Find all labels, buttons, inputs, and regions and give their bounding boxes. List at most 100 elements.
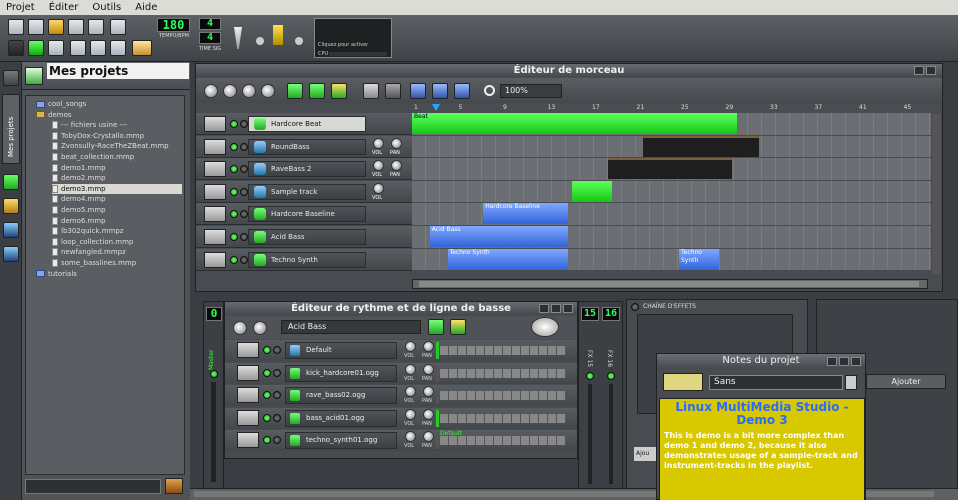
track-mute-led[interactable]: [230, 165, 238, 174]
tree-folder-item[interactable]: cool_songs: [36, 99, 176, 109]
bb-pan-knob[interactable]: [423, 341, 434, 352]
bb-track-settings-icon[interactable]: [237, 387, 259, 403]
oscilloscope[interactable]: Cliquez pour activer CPU: [314, 18, 392, 58]
pattern-clip[interactable]: Techno Synth: [447, 248, 568, 270]
track-solo-led[interactable]: [240, 165, 248, 174]
tree-folder-item[interactable]: demos: [36, 110, 176, 120]
bb-track-settings-icon[interactable]: [237, 364, 259, 381]
fx15-mute-led[interactable]: [586, 372, 594, 380]
tree-file-item[interactable]: lb302quick.mmpz: [52, 226, 192, 236]
bb-pan-knob[interactable]: [423, 363, 434, 375]
save-project-icon[interactable]: [68, 19, 84, 35]
bb-stop-button[interactable]: [253, 321, 267, 335]
tree-file-item[interactable]: demo5.mmp: [52, 205, 192, 215]
filter-icon[interactable]: [165, 478, 183, 494]
bb-track-mute-led[interactable]: [263, 413, 271, 422]
tree-file-item[interactable]: loop_collection.mmp: [52, 237, 192, 247]
bb-track-settings-icon[interactable]: [237, 432, 259, 448]
maximize-button[interactable]: [926, 66, 936, 75]
beat-steps[interactable]: [440, 391, 566, 400]
tree-file-item[interactable]: Zvonsully-RaceTheZBeat.mmp: [52, 141, 192, 151]
bb-track-solo-led[interactable]: [273, 413, 281, 422]
bb-track-name-button[interactable]: rave_bass02.ogg: [285, 387, 397, 404]
track-settings-icon[interactable]: [204, 138, 226, 155]
menu-aide[interactable]: Aide: [135, 2, 157, 13]
filter-input[interactable]: [25, 479, 161, 494]
pattern-clip[interactable]: Acid Bass: [429, 226, 568, 247]
bb-volume-knob[interactable]: [405, 363, 416, 375]
play-button[interactable]: [204, 84, 218, 98]
track-settings-icon[interactable]: [204, 183, 226, 200]
menu-outils[interactable]: Outils: [92, 2, 121, 13]
bb-track-solo-led[interactable]: [273, 346, 281, 354]
song-editor-icon[interactable]: [48, 40, 64, 56]
time-sig-denominator[interactable]: 4: [199, 32, 221, 44]
tree-file-item[interactable]: demo4.mmp: [52, 194, 192, 204]
beat-steps[interactable]: [440, 436, 566, 445]
tree-file-item[interactable]: some_basslines.mmp: [52, 258, 192, 268]
stop-button[interactable]: [261, 84, 275, 98]
track-mute-led[interactable]: [230, 233, 238, 241]
track-mute-led[interactable]: [230, 120, 238, 128]
bb-track-mute-led[interactable]: [263, 346, 271, 354]
track-solo-led[interactable]: [240, 142, 248, 151]
bb-volume-knob[interactable]: [405, 341, 416, 352]
track-settings-icon[interactable]: [204, 229, 226, 245]
fx-chain-toggle[interactable]: [631, 303, 639, 311]
tree-file-item[interactable]: newfangled.mmpz: [52, 247, 192, 257]
samples-tab-icon[interactable]: [3, 174, 19, 190]
export-icon[interactable]: [110, 19, 126, 35]
root-tab-icon[interactable]: [3, 246, 19, 262]
bb-volume-knob[interactable]: [405, 408, 416, 420]
song-hscroll-handle[interactable]: [419, 281, 919, 287]
bb-pan-knob[interactable]: [423, 408, 434, 420]
tree-file-item[interactable]: TobyDox-Crystallo.mmp: [52, 131, 192, 141]
track-mute-led[interactable]: [230, 187, 238, 196]
save-as-icon[interactable]: [88, 19, 104, 35]
playhead-marker[interactable]: [432, 104, 440, 111]
beat-editor-icon[interactable]: [28, 40, 44, 56]
volume-knob[interactable]: [373, 137, 384, 149]
song-hscroll[interactable]: [412, 279, 928, 289]
bb-track-mute-led[interactable]: [263, 391, 271, 399]
bb-pan-knob[interactable]: [423, 431, 434, 442]
bb-track-settings-icon[interactable]: [237, 409, 259, 426]
piano-icon[interactable]: [8, 40, 24, 56]
bb-track-mute-led[interactable]: [263, 436, 271, 444]
bb-track-mute-led[interactable]: [263, 368, 271, 377]
new-from-template-icon[interactable]: [28, 19, 44, 35]
insert-bar-icon[interactable]: [410, 83, 426, 99]
track-settings-icon[interactable]: [204, 206, 226, 223]
bb-pan-knob[interactable]: [423, 386, 434, 397]
project-tree[interactable]: cool_songs demos --- fichiers usine --- Tob…: [25, 95, 185, 475]
fx15-fader[interactable]: [588, 384, 592, 484]
tree-file-item[interactable]: beat_collection.mmp: [52, 152, 192, 162]
notes-font-select[interactable]: Sans: [709, 375, 843, 390]
notes-close-button[interactable]: [851, 357, 861, 366]
track-mute-led[interactable]: [230, 142, 238, 151]
master-mute-led[interactable]: [210, 370, 218, 378]
record-play-button[interactable]: [242, 84, 256, 98]
menu-projet[interactable]: Projet: [6, 2, 35, 13]
bb-volume-knob[interactable]: [405, 431, 416, 442]
notes-maximize-button[interactable]: [839, 357, 849, 366]
song-vscroll[interactable]: [932, 114, 941, 274]
bb-volume-knob[interactable]: [405, 386, 416, 397]
instruments-tab-icon[interactable]: [3, 70, 19, 86]
bb-add-icon[interactable]: [428, 319, 444, 335]
pattern-clip[interactable]: [572, 180, 613, 202]
presets-tab-icon[interactable]: [3, 198, 19, 214]
tree-file-item[interactable]: demo1.mmp: [52, 163, 192, 173]
fx-add-button-partial[interactable]: Ajou: [634, 447, 658, 461]
pattern-clip[interactable]: [607, 158, 733, 180]
notes-body[interactable]: Linux MultiMedia Studio - Demo 3 This is…: [659, 398, 865, 500]
notes-minimize-button[interactable]: [827, 357, 837, 366]
add-sample-icon[interactable]: [331, 83, 347, 99]
master-pitch-icon[interactable]: [273, 25, 283, 45]
piano-roll-icon[interactable]: [70, 40, 86, 56]
tree-file-item[interactable]: demo2.mmp: [52, 173, 192, 183]
add-instrument-icon[interactable]: [287, 83, 303, 99]
pattern-clip[interactable]: Techno Synth: [679, 248, 720, 270]
track-solo-led[interactable]: [240, 210, 248, 219]
fx-mixer-icon[interactable]: [110, 40, 126, 56]
